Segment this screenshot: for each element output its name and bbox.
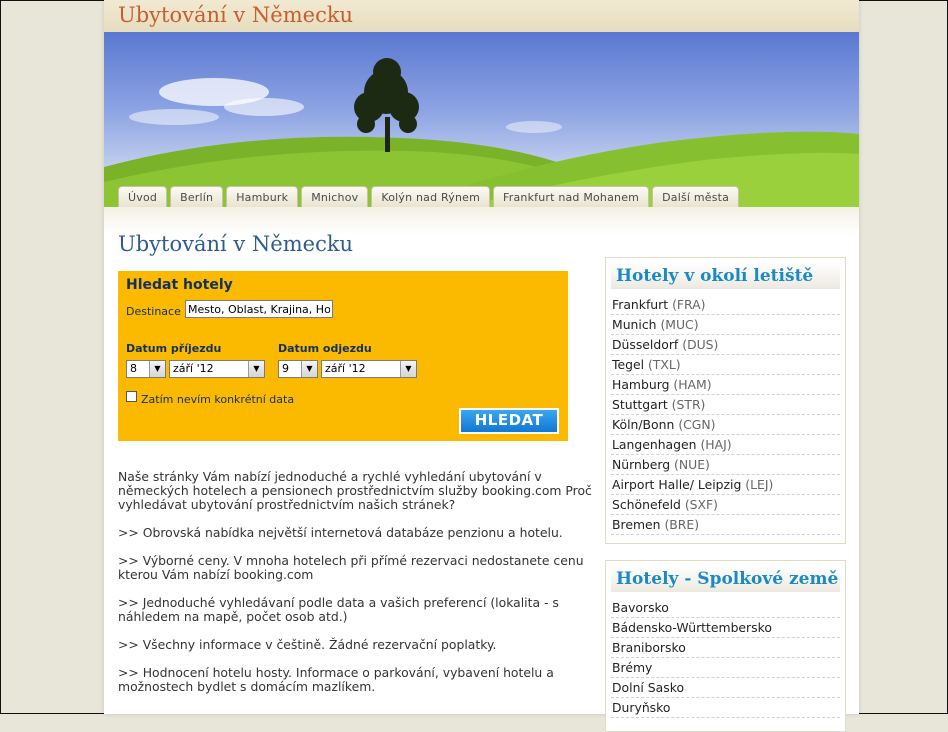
airport-link[interactable]: Köln/Bonn (CGN)	[611, 415, 840, 435]
intro-paragraph: Naše stránky Vám nabízí jednoduché a ryc…	[118, 469, 592, 512]
header-banner-image: Úvod Berlín Hamburk Mnichov Kolýn nad Rý…	[104, 32, 859, 207]
page-title: Ubytování v Německu	[118, 232, 354, 256]
intro-text: Naše stránky Vám nabízí jednoduché a ryc…	[118, 470, 593, 708]
main-nav: Úvod Berlín Hamburk Mnichov Kolýn nad Rý…	[118, 186, 740, 207]
departure-month-select[interactable]: září '12 ▼	[321, 360, 417, 378]
state-link[interactable]: Duryňsko	[611, 698, 840, 718]
departure-day-select[interactable]: 9 ▼	[278, 360, 318, 378]
arrival-day-select[interactable]: 8 ▼	[126, 360, 166, 378]
site-header: Ubytování v Německu	[104, 0, 859, 32]
search-button[interactable]: HLEDAT	[459, 408, 559, 434]
site-title[interactable]: Ubytování v Německu	[118, 3, 353, 27]
search-title: Hledat hotely	[126, 277, 233, 293]
state-link[interactable]: Bádensko-Württembersko	[611, 618, 840, 638]
intro-paragraph: >> Obrovská nabídka největší internetová…	[118, 525, 563, 540]
tab-kolyn[interactable]: Kolýn nad Rýnem	[371, 186, 491, 207]
departure-day-value: 9	[282, 362, 289, 375]
tab-mnichov[interactable]: Mnichov	[301, 186, 369, 207]
dropdown-arrow-icon: ▼	[248, 361, 264, 377]
airport-link[interactable]: Frankfurt (FRA)	[611, 295, 840, 315]
states-list: Bavorsko Bádensko-Württembersko Branibor…	[611, 598, 840, 718]
arrival-month-value: září '12	[173, 362, 214, 375]
destination-input[interactable]	[185, 300, 333, 318]
airport-link[interactable]: Langenhagen (HAJ)	[611, 435, 840, 455]
tab-frankfurt[interactable]: Frankfurt nad Mohanem	[493, 186, 650, 207]
airport-link[interactable]: Nürnberg (NUE)	[611, 455, 840, 475]
dropdown-arrow-icon: ▼	[149, 361, 165, 377]
tab-hamburk[interactable]: Hamburk	[226, 186, 299, 207]
state-link[interactable]: Dolní Sasko	[611, 678, 840, 698]
page-container: Ubytování v Německu Úvod Berlín Hamburk …	[104, 0, 859, 732]
departure-date-label: Datum odjezdu	[278, 342, 372, 355]
airport-link[interactable]: Tegel (TXL)	[611, 355, 840, 375]
arrival-month-select[interactable]: září '12 ▼	[169, 360, 265, 378]
state-link[interactable]: Bavorsko	[611, 598, 840, 618]
federal-states-title: Hotely - Spolkové země	[611, 566, 840, 592]
intro-paragraph: >> Jednoduché vyhledávaní podle data a v…	[118, 595, 559, 624]
airport-link[interactable]: Düsseldorf (DUS)	[611, 335, 840, 355]
tab-uvod[interactable]: Úvod	[118, 186, 168, 207]
state-link[interactable]: Braniborsko	[611, 638, 840, 658]
airport-list: Frankfurt (FRA) Munich (MUC) Düsseldorf …	[611, 295, 840, 535]
federal-states-box: Hotely - Spolkové země Bavorsko Bádensko…	[605, 560, 846, 732]
airport-hotels-box: Hotely v okolí letiště Frankfurt (FRA) M…	[605, 257, 846, 544]
arrival-day-value: 8	[130, 362, 137, 375]
hotel-search-form: Hledat hotely Destinace Datum příjezdu D…	[118, 271, 568, 441]
tab-dalsi-mesta[interactable]: Další města	[652, 186, 740, 207]
airport-link[interactable]: Stuttgart (STR)	[611, 395, 840, 415]
state-link[interactable]: Brémy	[611, 658, 840, 678]
tab-berlin[interactable]: Berlín	[170, 186, 224, 207]
airport-link[interactable]: Hamburg (HAM)	[611, 375, 840, 395]
airport-link[interactable]: Munich (MUC)	[611, 315, 840, 335]
landscape-illustration	[104, 58, 859, 207]
intro-paragraph: >> Hodnocení hotelu hosty. Informace o p…	[118, 665, 554, 694]
no-date-label[interactable]: Zatím nevím konkrétní data	[141, 393, 294, 406]
dropdown-arrow-icon: ▼	[400, 361, 416, 377]
airport-link[interactable]: Airport Halle/ Leipzig (LEJ)	[611, 475, 840, 495]
airport-hotels-title: Hotely v okolí letiště	[611, 263, 840, 289]
intro-paragraph: >> Výborné ceny. V mnoha hotelech při př…	[118, 553, 584, 582]
airport-link[interactable]: Schönefeld (SXF)	[611, 495, 840, 515]
dropdown-arrow-icon: ▼	[301, 361, 317, 377]
airport-link[interactable]: Bremen (BRE)	[611, 515, 840, 535]
intro-paragraph: >> Všechny informace v češtině. Žádné re…	[118, 637, 497, 652]
destination-label: Destinace	[126, 305, 181, 318]
no-date-checkbox[interactable]	[126, 391, 137, 402]
arrival-date-label: Datum příjezdu	[126, 342, 222, 355]
departure-month-value: září '12	[325, 362, 366, 375]
